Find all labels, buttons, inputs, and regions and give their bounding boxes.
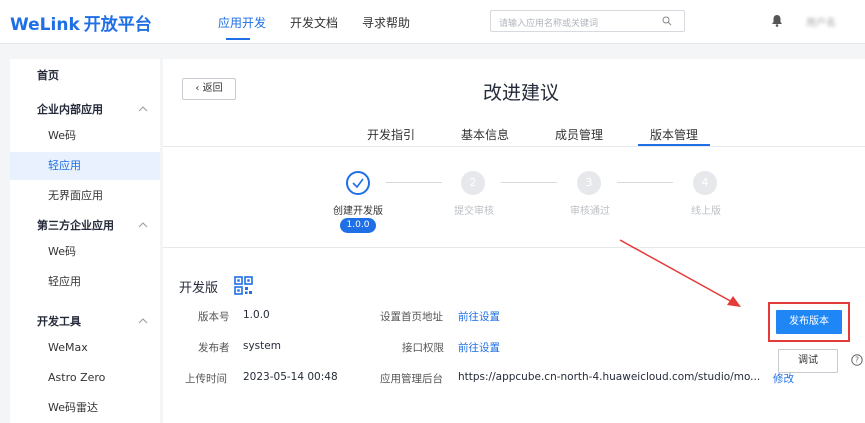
upload-time-label: 上传时间 xyxy=(185,373,227,385)
sidebar-item-wecode-radar[interactable]: We码雷达 xyxy=(10,394,160,422)
sidebar-item-home[interactable]: 首页 xyxy=(10,62,160,90)
top-bar: WeLink 开放平台 应用开发 开发文档 寻求帮助 请输入应用名称或关键词 用户… xyxy=(0,0,865,44)
publisher-value: system xyxy=(243,340,281,352)
back-label: 返回 xyxy=(202,83,223,94)
chevron-up-icon xyxy=(138,106,148,112)
sidebar-group-label: 开发工具 xyxy=(37,315,81,328)
step-1-label: 创建开发版 xyxy=(333,206,383,217)
edit-link[interactable]: 修改 xyxy=(773,371,794,386)
qr-code-icon[interactable] xyxy=(234,276,253,295)
svg-text:?: ? xyxy=(855,356,859,365)
homepage-label: 设置首页地址 xyxy=(380,311,443,323)
upload-time-value: 2023-05-14 00:48 xyxy=(243,371,338,383)
admin-console-label: 应用管理后台 xyxy=(380,373,443,385)
publish-highlight-box: 发布版本 xyxy=(768,302,850,342)
step-connector xyxy=(386,182,442,183)
logo[interactable]: WeLink 开放平台 xyxy=(10,10,152,35)
step-3-label: 审核通过 xyxy=(570,206,610,217)
main-panel: ‹ 返回 改进建议 开发指引 基本信息 成员管理 版本管理 2 3 4 创建开发… xyxy=(163,59,865,423)
step-1-check-icon xyxy=(346,171,370,195)
version-label: 版本号 xyxy=(198,311,230,323)
version-badge: 1.0.0 xyxy=(340,218,376,233)
sidebar-item-headless-app[interactable]: 无界面应用 xyxy=(10,182,160,210)
sidebar-item-astro-zero[interactable]: Astro Zero xyxy=(10,364,160,392)
sidebar-item-light-app-3p[interactable]: 轻应用 xyxy=(10,268,160,296)
publish-version-button[interactable]: 发布版本 xyxy=(776,310,842,334)
search-placeholder: 请输入应用名称或关键词 xyxy=(499,19,599,29)
sidebar: 首页 企业内部应用 We码 轻应用 无界面应用 第三方企业应用 We码 轻应用 … xyxy=(10,59,160,423)
logo-suffix: 开放平台 xyxy=(83,15,152,35)
api-permission-label: 接口权限 xyxy=(402,342,444,354)
page-title: 改进建议 xyxy=(483,82,560,104)
user-name[interactable]: 用户名 xyxy=(806,14,836,29)
admin-console-url: https://appcube.cn-north-4.huaweicloud.c… xyxy=(458,371,761,383)
nav-docs[interactable]: 开发文档 xyxy=(290,14,338,31)
step-4-circle: 4 xyxy=(693,171,717,195)
help-icon[interactable]: ? xyxy=(851,354,863,366)
search-icon[interactable] xyxy=(662,16,672,26)
step-connector xyxy=(501,182,557,183)
sidebar-group-label: 第三方企业应用 xyxy=(37,219,114,232)
back-button[interactable]: ‹ 返回 xyxy=(182,78,236,100)
nav-help[interactable]: 寻求帮助 xyxy=(362,14,410,31)
tab-members[interactable]: 成员管理 xyxy=(555,126,603,143)
homepage-settings-link[interactable]: 前往设置 xyxy=(458,309,500,324)
version-value: 1.0.0 xyxy=(243,309,270,321)
chevron-left-icon: ‹ xyxy=(195,83,203,94)
chevron-up-icon xyxy=(138,222,148,228)
sidebar-group-internal[interactable]: 企业内部应用 xyxy=(10,96,160,124)
divider xyxy=(163,146,865,147)
sidebar-item-wecode[interactable]: We码 xyxy=(10,122,160,150)
section-title: 开发版 xyxy=(179,281,219,296)
tab-version-management[interactable]: 版本管理 xyxy=(650,126,698,143)
publisher-label: 发布者 xyxy=(198,342,230,354)
debug-button[interactable]: 调试 xyxy=(778,349,838,373)
chevron-up-icon xyxy=(138,318,148,324)
bell-icon[interactable] xyxy=(771,14,783,27)
step-connector xyxy=(617,182,673,183)
tab-dev-guide[interactable]: 开发指引 xyxy=(367,126,415,143)
logo-text: WeLink xyxy=(10,15,80,35)
step-4-label: 线上版 xyxy=(691,206,721,217)
tab-basic-info[interactable]: 基本信息 xyxy=(461,126,509,143)
sidebar-item-light-app[interactable]: 轻应用 xyxy=(10,152,160,180)
sidebar-group-third-party[interactable]: 第三方企业应用 xyxy=(10,212,160,240)
step-2-circle: 2 xyxy=(461,171,485,195)
step-3-circle: 3 xyxy=(577,171,601,195)
nav-active-indicator xyxy=(226,38,250,40)
sidebar-item-wecode-3p[interactable]: We码 xyxy=(10,238,160,266)
nav-app-dev[interactable]: 应用开发 xyxy=(218,14,266,31)
api-settings-link[interactable]: 前往设置 xyxy=(458,340,500,355)
sidebar-group-label: 企业内部应用 xyxy=(37,103,103,116)
step-2-label: 提交审核 xyxy=(454,206,494,217)
sidebar-item-wemax[interactable]: WeMax xyxy=(10,334,160,362)
sidebar-group-dev-tools[interactable]: 开发工具 xyxy=(10,308,160,336)
divider xyxy=(163,247,865,248)
search-input[interactable]: 请输入应用名称或关键词 xyxy=(490,10,685,32)
